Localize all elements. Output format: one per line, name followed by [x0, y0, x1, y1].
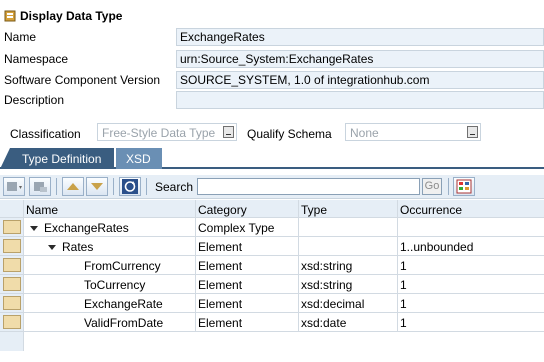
row-occurrence: 1 — [400, 259, 407, 273]
type-definition-table: Name Category Type Occurrence ExchangeRa… — [0, 200, 544, 351]
go-button[interactable]: Go — [422, 178, 442, 195]
row-selector[interactable] — [0, 237, 24, 255]
toolbar-separator — [146, 178, 147, 195]
row-category: Element — [196, 256, 299, 274]
row-occurrence: 1 — [400, 278, 407, 292]
row-selector[interactable] — [0, 332, 24, 351]
row-type: xsd:string — [299, 275, 398, 293]
table-row[interactable]: ExchangeRates Complex Type — [0, 218, 544, 237]
delete-row-button[interactable] — [29, 177, 51, 196]
toolbar-separator — [56, 178, 57, 195]
row-name: ExchangeRates — [44, 221, 129, 235]
tab-type-definition[interactable]: Type Definition — [0, 148, 114, 169]
software-component-row: Software Component Version SOURCE_SYSTEM… — [0, 71, 544, 89]
row-name: Rates — [62, 240, 94, 254]
row-category: Element — [196, 294, 299, 312]
delete-row-icon — [34, 182, 47, 192]
namespace-row: Namespace urn:Source_System:ExchangeRate… — [0, 50, 544, 68]
row-name: ExchangeRate — [24, 294, 196, 312]
page-title: Display Data Type — [20, 9, 123, 23]
row-category: Element — [196, 275, 299, 293]
search-input[interactable] — [197, 178, 420, 195]
row-category: Element — [196, 313, 299, 331]
software-component-label: Software Component Version — [4, 73, 161, 87]
name-row: Name ExchangeRates — [0, 28, 544, 46]
name-label: Name — [4, 30, 37, 44]
row-occurrence: 1 — [400, 316, 407, 330]
row-category: Complex Type — [196, 218, 299, 236]
classification-dropdown-icon[interactable] — [223, 126, 234, 138]
row-type: xsd:date — [299, 313, 398, 331]
table-row[interactable]: FromCurrency Element xsd:string 1 — [0, 256, 544, 275]
namespace-label: Namespace — [4, 52, 69, 66]
expand-toggle-icon[interactable] — [30, 226, 38, 231]
row-occurrence: 1..unbounded — [400, 240, 474, 254]
arrow-down-icon — [91, 183, 103, 190]
insert-row-button[interactable] — [3, 177, 25, 196]
tab-xsd[interactable]: XSD — [116, 148, 162, 169]
description-field[interactable] — [176, 91, 544, 109]
table-header-row: Name Category Type Occurrence — [0, 200, 544, 218]
row-occurrence — [398, 218, 544, 236]
column-header-occurrence[interactable]: Occurrence — [398, 200, 544, 217]
row-type — [299, 218, 398, 236]
table-row[interactable]: ToCurrency Element xsd:string 1 — [0, 275, 544, 294]
column-header-category[interactable]: Category — [196, 200, 299, 217]
empty-table-row — [0, 332, 544, 351]
search-label: Search — [155, 180, 194, 194]
name-field[interactable]: ExchangeRates — [176, 28, 544, 46]
insert-row-icon — [7, 182, 22, 191]
refresh-icon — [122, 179, 138, 194]
classification-label: Classification — [10, 127, 81, 141]
table-row[interactable]: Rates Element 1..unbounded — [0, 237, 544, 256]
row-category: Element — [196, 237, 299, 255]
row-name: ValidFromDate — [24, 313, 196, 331]
select-all-cell[interactable] — [0, 200, 24, 217]
column-header-name[interactable]: Name — [24, 200, 196, 217]
toolbar-separator — [448, 178, 449, 195]
classification-row: Classification Free-Style Data Type Qual… — [0, 122, 544, 142]
classification-value: Free-Style Data Type — [102, 126, 216, 140]
qualify-schema-dropdown-icon[interactable] — [467, 126, 478, 138]
move-down-button[interactable] — [86, 177, 108, 196]
row-type: xsd:decimal — [299, 294, 398, 312]
row-selector[interactable] — [0, 294, 24, 312]
table-row[interactable]: ExchangeRate Element xsd:decimal 1 — [0, 294, 544, 313]
row-occurrence: 1 — [400, 297, 407, 311]
settings-button[interactable] — [453, 177, 475, 196]
row-selector[interactable] — [0, 275, 24, 293]
row-selector[interactable] — [0, 218, 24, 236]
qualify-schema-value: None — [350, 126, 379, 140]
page-header: Display Data Type — [0, 6, 544, 26]
table-row[interactable]: ValidFromDate Element xsd:date 1 — [0, 313, 544, 332]
toolbar-separator — [113, 178, 114, 195]
classification-select[interactable]: Free-Style Data Type — [97, 123, 237, 141]
expand-toggle-icon[interactable] — [48, 245, 56, 250]
row-name: FromCurrency — [24, 256, 196, 274]
row-type: xsd:string — [299, 256, 398, 274]
row-name: ToCurrency — [24, 275, 196, 293]
row-selector[interactable] — [0, 313, 24, 331]
column-header-type[interactable]: Type — [299, 200, 398, 217]
data-type-icon — [4, 10, 16, 22]
tab-strip: Type Definition XSD — [0, 148, 544, 169]
table-settings-icon — [456, 179, 472, 194]
qualify-schema-label: Qualify Schema — [247, 127, 332, 141]
table-toolbar: Search Go — [0, 175, 544, 199]
row-type — [299, 237, 398, 255]
description-row: Description — [0, 91, 544, 109]
description-label: Description — [4, 93, 65, 107]
software-component-field[interactable]: SOURCE_SYSTEM, 1.0 of integrationhub.com — [176, 71, 544, 89]
refresh-button[interactable] — [119, 177, 141, 196]
arrow-up-icon — [67, 183, 79, 190]
row-selector[interactable] — [0, 256, 24, 274]
move-up-button[interactable] — [62, 177, 84, 196]
qualify-schema-select[interactable]: None — [345, 123, 481, 141]
namespace-field[interactable]: urn:Source_System:ExchangeRates — [176, 50, 544, 68]
